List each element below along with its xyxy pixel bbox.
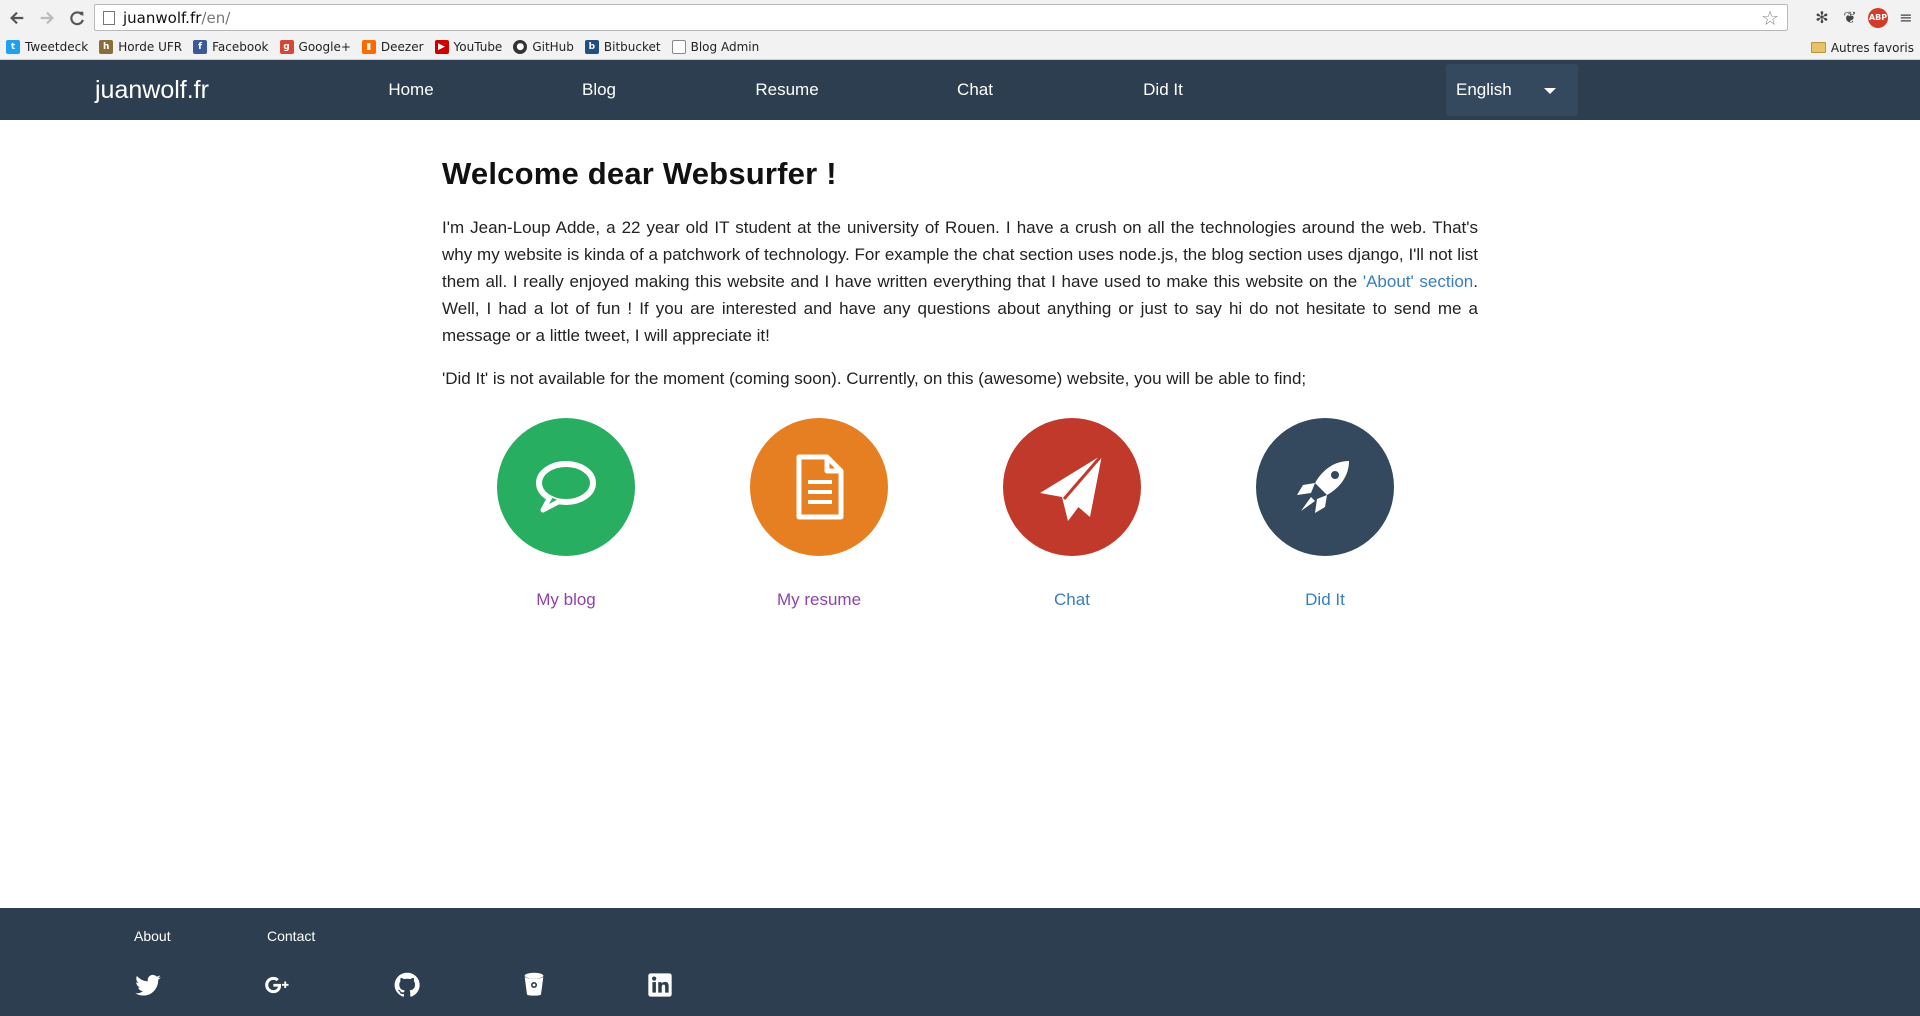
twitter-icon[interactable] bbox=[133, 970, 163, 1000]
feature-blog-label[interactable]: My blog bbox=[486, 590, 646, 610]
feature-did-it[interactable]: Did It bbox=[1245, 418, 1405, 610]
bitbucket-icon: b bbox=[584, 40, 599, 54]
bookmark-label: Blog Admin bbox=[690, 40, 760, 54]
intro-paragraph: I'm Jean-Loup Adde, a 22 year old IT stu… bbox=[442, 214, 1478, 349]
language-select[interactable]: English bbox=[1446, 64, 1578, 116]
feature-chat-label[interactable]: Chat bbox=[992, 590, 1152, 610]
feature-did-it-label[interactable]: Did It bbox=[1245, 590, 1405, 610]
feature-resume[interactable]: My resume bbox=[739, 418, 899, 610]
bookmark-star-icon[interactable]: ☆ bbox=[1761, 8, 1779, 28]
bookmark-deezer[interactable]: ▮ Deezer bbox=[361, 40, 424, 54]
bookmark-tweetdeck[interactable]: t Tweetdeck bbox=[6, 40, 88, 54]
forward-button[interactable] bbox=[34, 5, 60, 31]
bookmark-label: Bitbucket bbox=[603, 40, 661, 54]
footer-contact-link[interactable]: Contact bbox=[267, 928, 315, 944]
site-brand[interactable]: juanwolf.fr bbox=[95, 60, 209, 120]
bookmark-label: Horde UFR bbox=[118, 40, 183, 54]
extension-bug-icon[interactable]: ✻ bbox=[1808, 4, 1836, 31]
bookmark-google-plus[interactable]: g Google+ bbox=[279, 40, 351, 54]
reload-button[interactable] bbox=[64, 5, 90, 31]
bookmark-horde-ufr[interactable]: h Horde UFR bbox=[99, 40, 182, 54]
extension-evernote-icon[interactable]: ❦ bbox=[1836, 4, 1864, 31]
page-icon bbox=[103, 10, 115, 25]
caret-down-icon bbox=[1544, 88, 1556, 94]
url-path: /en/ bbox=[201, 8, 231, 27]
intro-text-before: I'm Jean-Loup Adde, a 22 year old IT stu… bbox=[442, 218, 1478, 291]
bookmark-label: Google+ bbox=[298, 40, 351, 54]
extension-icons: ✻ ❦ ABP ≡ bbox=[1808, 4, 1920, 31]
site-footer: About Contact bbox=[0, 908, 1920, 1016]
other-bookmarks-label: Autres favoris bbox=[1830, 40, 1914, 55]
back-arrow-icon bbox=[10, 11, 24, 24]
browser-toolbar: juanwolf.fr/en/ ☆ ✻ ❦ ABP ≡ bbox=[0, 0, 1920, 35]
github-icon: ● bbox=[513, 40, 528, 54]
forward-arrow-icon bbox=[40, 11, 54, 24]
feature-chat-circle[interactable] bbox=[1003, 418, 1141, 556]
nav-item-blog[interactable]: Blog bbox=[582, 60, 616, 120]
bookmark-label: GitHub bbox=[532, 40, 574, 54]
back-button[interactable] bbox=[4, 5, 30, 31]
reload-icon bbox=[70, 10, 84, 25]
bookmark-bitbucket[interactable]: b Bitbucket bbox=[584, 40, 661, 54]
feature-resume-label[interactable]: My resume bbox=[739, 590, 899, 610]
bookmarks-bar: t Tweetdeck h Horde UFR f Facebook g Goo… bbox=[0, 35, 1920, 60]
bookmark-github[interactable]: ● GitHub bbox=[513, 40, 574, 54]
github-icon[interactable] bbox=[392, 970, 422, 1000]
main-content: Welcome dear Websurfer ! I'm Jean-Loup A… bbox=[442, 120, 1478, 618]
document-icon bbox=[796, 454, 844, 520]
nav-item-resume[interactable]: Resume bbox=[755, 60, 818, 120]
speech-bubble-icon bbox=[536, 461, 596, 513]
bitbucket-icon[interactable] bbox=[519, 970, 549, 1000]
footer-about-link[interactable]: About bbox=[134, 928, 171, 944]
horde-icon: h bbox=[99, 40, 114, 54]
paper-plane-icon bbox=[1040, 454, 1104, 521]
feature-resume-circle[interactable] bbox=[750, 418, 888, 556]
feature-blog[interactable]: My blog bbox=[486, 418, 646, 610]
feature-chat[interactable]: Chat bbox=[992, 418, 1152, 610]
feature-list: My blog My resume Chat Did It bbox=[442, 418, 1478, 618]
bookmark-facebook[interactable]: f Facebook bbox=[193, 40, 269, 54]
abp-label: ABP bbox=[1868, 7, 1888, 28]
address-bar[interactable]: juanwolf.fr/en/ ☆ bbox=[94, 4, 1788, 31]
bookmark-label: Deezer bbox=[380, 40, 424, 54]
menu-hamburger-icon[interactable]: ≡ bbox=[1892, 4, 1920, 31]
bookmark-label: YouTube bbox=[453, 40, 503, 54]
youtube-icon: ▶ bbox=[434, 40, 449, 54]
did-it-note: 'Did It' is not available for the moment… bbox=[442, 369, 1307, 388]
feature-blog-circle[interactable] bbox=[497, 418, 635, 556]
facebook-icon: f bbox=[193, 40, 208, 54]
page-icon bbox=[671, 40, 686, 54]
nav-item-did-it[interactable]: Did It bbox=[1143, 60, 1183, 120]
rocket-icon bbox=[1297, 461, 1349, 513]
twitter-bird-icon: t bbox=[6, 40, 20, 54]
site-navbar: juanwolf.fr Home Blog Resume Chat Did It… bbox=[0, 60, 1920, 120]
page-title: Welcome dear Websurfer ! bbox=[442, 156, 837, 191]
feature-did-it-circle[interactable] bbox=[1256, 418, 1394, 556]
google-plus-icon[interactable] bbox=[263, 970, 293, 1000]
bookmark-blog-admin[interactable]: Blog Admin bbox=[671, 40, 760, 54]
linkedin-icon[interactable] bbox=[645, 970, 675, 1000]
nav-item-chat[interactable]: Chat bbox=[957, 60, 993, 120]
deezer-icon: ▮ bbox=[361, 40, 376, 54]
bookmark-youtube[interactable]: ▶ YouTube bbox=[434, 40, 503, 54]
language-label: English bbox=[1456, 80, 1512, 99]
google-plus-icon: g bbox=[279, 40, 294, 54]
bookmark-label: Facebook bbox=[212, 40, 269, 54]
url-host: juanwolf.fr bbox=[123, 8, 202, 27]
adblock-plus-icon[interactable]: ABP bbox=[1864, 4, 1892, 31]
bookmark-label: Tweetdeck bbox=[25, 40, 89, 54]
about-section-link[interactable]: 'About' section bbox=[1363, 272, 1473, 291]
nav-item-home[interactable]: Home bbox=[388, 60, 433, 120]
folder-icon bbox=[1810, 42, 1826, 53]
other-bookmarks-folder[interactable]: Autres favoris bbox=[1810, 35, 1914, 60]
